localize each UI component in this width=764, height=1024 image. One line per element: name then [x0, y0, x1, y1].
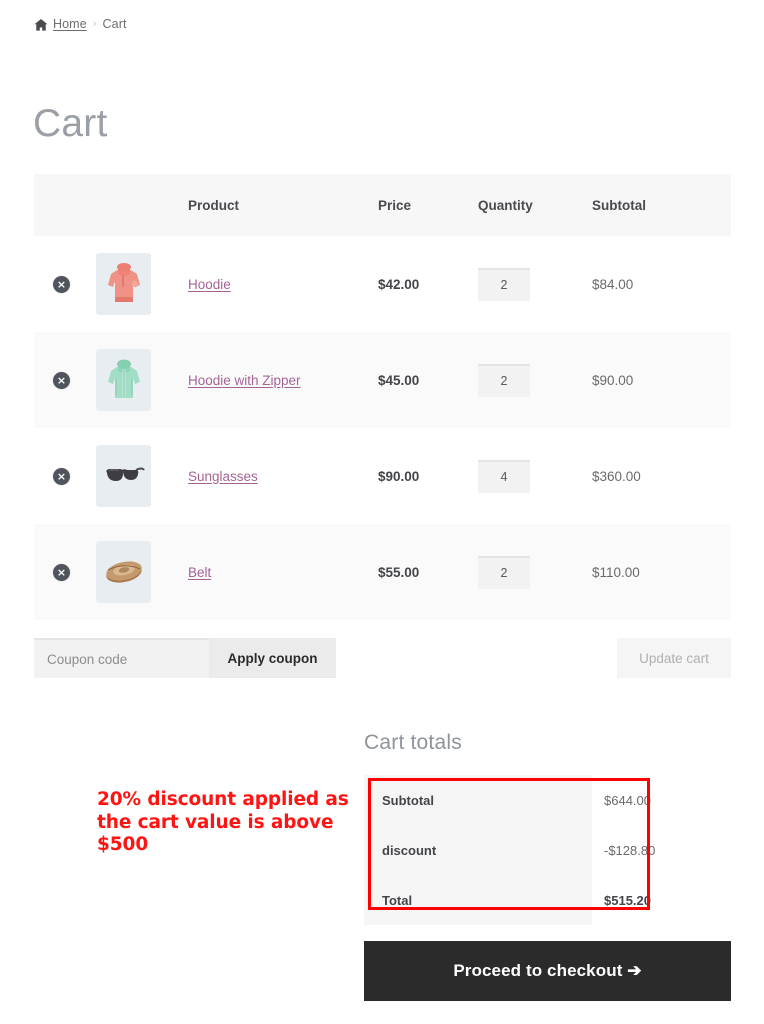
quantity-cell — [478, 428, 592, 524]
totals-value-discount: -$128.80 — [592, 825, 731, 875]
thumbnail-cell — [96, 524, 188, 620]
product-name-cell: Hoodie — [188, 236, 378, 332]
remove-cell: × — [34, 236, 96, 332]
apply-coupon-button[interactable]: Apply coupon — [209, 638, 336, 678]
product-name-cell: Belt — [188, 524, 378, 620]
totals-label-subtotal: Subtotal — [364, 775, 592, 825]
product-thumbnail[interactable] — [96, 349, 151, 411]
quantity-input[interactable] — [478, 555, 530, 589]
totals-value-total: $515.20 — [592, 875, 731, 925]
cart-table-header-row: Product Price Quantity Subtotal — [34, 174, 731, 236]
thumbnail-cell — [96, 236, 188, 332]
home-icon[interactable] — [34, 18, 48, 32]
quantity-cell — [478, 524, 592, 620]
product-subtotal: $360.00 — [592, 468, 641, 484]
product-price: $55.00 — [378, 564, 420, 580]
header-remove — [34, 174, 96, 236]
cart-totals-table: Subtotal $644.00 discount -$128.80 Total… — [364, 775, 731, 925]
breadcrumb-separator: › — [92, 18, 97, 30]
header-product: Product — [188, 197, 240, 213]
product-price: $90.00 — [378, 468, 420, 484]
table-row: × Sunglasses $90.00 4 $360.00 — [34, 428, 731, 524]
remove-cell: × — [34, 332, 96, 428]
remove-item-button[interactable]: × — [53, 563, 70, 581]
totals-value-subtotal: $644.00 — [592, 775, 731, 825]
table-row: × Hoodie $42.00 2 $84.00 — [34, 236, 731, 332]
header-quantity: Quantity — [478, 197, 533, 213]
header-thumbnail — [96, 174, 188, 236]
product-name-cell: Sunglasses — [188, 428, 378, 524]
product-subtotal: $90.00 — [592, 372, 634, 388]
remove-cell: × — [34, 428, 96, 524]
totals-row-total: Total $515.20 — [364, 875, 731, 925]
product-link[interactable]: Hoodie — [188, 277, 231, 292]
quantity-cell — [478, 332, 592, 428]
breadcrumb-home-link[interactable]: Home — [53, 17, 87, 31]
header-subtotal: Subtotal — [592, 197, 646, 213]
breadcrumb: Home › Cart — [34, 17, 127, 31]
product-link[interactable]: Sunglasses — [188, 469, 258, 484]
product-price: $42.00 — [378, 276, 420, 292]
cart-totals-heading: Cart totals — [364, 731, 462, 754]
table-row: × Hoodie with Zipper $45.00 2 $90.00 — [34, 332, 731, 428]
remove-item-button[interactable]: × — [53, 371, 70, 389]
remove-cell: × — [34, 524, 96, 620]
breadcrumb-current: Cart — [102, 17, 127, 31]
update-cart-button[interactable]: Update cart — [617, 638, 731, 678]
quantity-input[interactable] — [478, 363, 530, 397]
product-link[interactable]: Belt — [188, 565, 211, 580]
quantity-input[interactable] — [478, 459, 530, 493]
product-thumbnail[interactable] — [96, 541, 151, 603]
coupon-code-input[interactable] — [34, 638, 209, 678]
totals-label-total: Total — [364, 875, 592, 925]
quantity-input[interactable] — [478, 267, 530, 301]
table-row: × Belt $55.00 2 $110.00 — [34, 524, 731, 620]
thumbnail-cell — [96, 332, 188, 428]
quantity-cell — [478, 236, 592, 332]
totals-label-discount: discount — [364, 825, 592, 875]
product-name-cell: Hoodie with Zipper — [188, 332, 378, 428]
product-link[interactable]: Hoodie with Zipper — [188, 373, 301, 388]
remove-item-button[interactable]: × — [53, 275, 70, 293]
product-price: $45.00 — [378, 372, 420, 388]
totals-row-subtotal: Subtotal $644.00 — [364, 775, 731, 825]
product-subtotal: $84.00 — [592, 276, 634, 292]
coupon-row: Apply coupon Update cart — [34, 638, 731, 678]
cart-items-table: Product Price Quantity Subtotal × Hoodie… — [34, 174, 731, 620]
product-subtotal: $110.00 — [592, 564, 640, 580]
header-price: Price — [378, 197, 412, 213]
page-title: Cart — [33, 102, 108, 145]
proceed-to-checkout-button[interactable]: Proceed to checkout ➔ — [364, 941, 731, 1001]
product-thumbnail[interactable] — [96, 253, 151, 315]
remove-item-button[interactable]: × — [53, 467, 70, 485]
product-thumbnail[interactable] — [96, 445, 151, 507]
totals-row-discount: discount -$128.80 — [364, 825, 731, 875]
annotation-text: 20% discount applied as the cart value i… — [97, 789, 349, 856]
thumbnail-cell — [96, 428, 188, 524]
